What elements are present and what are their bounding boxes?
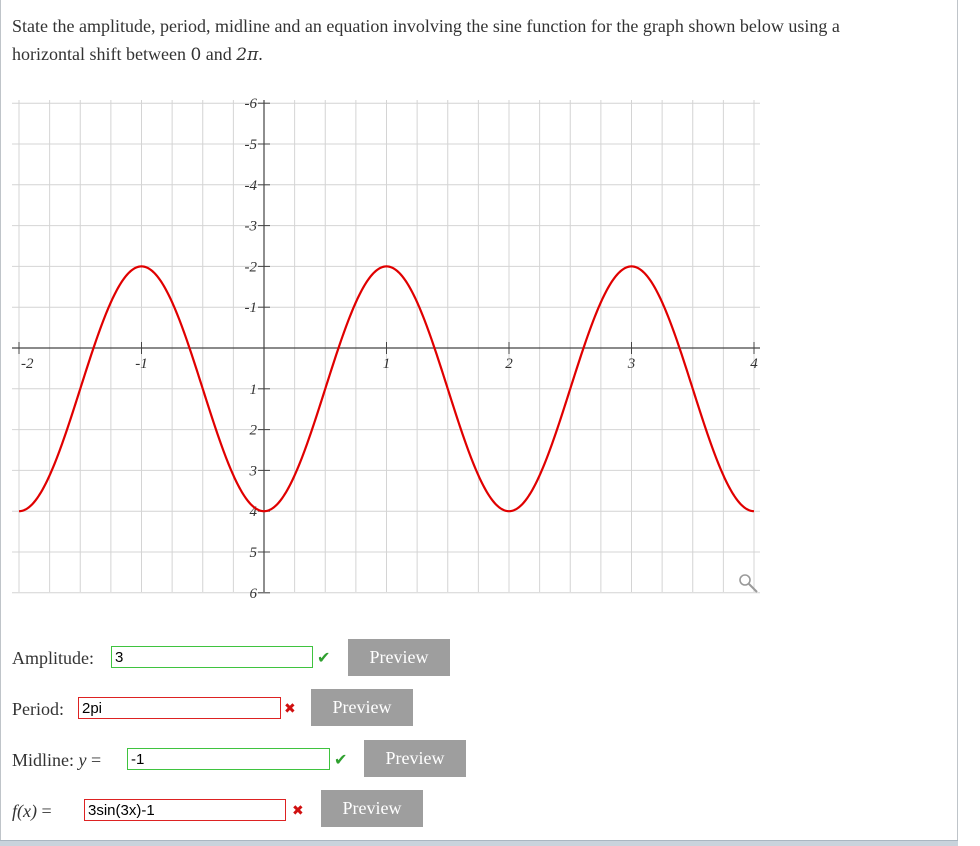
y-tick-label: 5: [250, 545, 258, 561]
period-input[interactable]: [78, 697, 281, 719]
question-line-2-prefix: horizontal shift between: [12, 44, 191, 64]
x-tick-label: 1: [383, 356, 391, 372]
check-icon: ✔: [334, 750, 348, 769]
y-tick-label: -5: [245, 137, 258, 153]
question-line-1: State the amplitude, period, midline and…: [12, 16, 840, 36]
equation-row: f(x) = ✖ Preview: [12, 790, 432, 827]
check-icon: ✔: [317, 648, 331, 667]
y-tick-label: -3: [245, 219, 258, 235]
y-tick-label: 1: [250, 382, 258, 398]
magnifier-lens: [739, 574, 751, 586]
math-zero: 0: [190, 45, 202, 65]
question-line-2: horizontal shift between 0 and 2π.: [12, 40, 942, 69]
x-tick-label: 3: [627, 356, 636, 372]
x-tick-label: 2: [505, 356, 513, 372]
period-label: Period:: [12, 699, 64, 719]
equation-preview-button[interactable]: Preview: [321, 790, 423, 827]
y-tick-label: 3: [249, 463, 258, 479]
y-tick-label: -4: [245, 178, 258, 194]
midline-label-eq: =: [91, 750, 102, 770]
question-line-2-end: .: [258, 44, 263, 64]
midline-preview-button[interactable]: Preview: [364, 740, 466, 777]
y-tick-label: -1: [245, 300, 258, 316]
y-tick-label: 6: [250, 586, 258, 602]
period-row: Period: ✖ Preview: [12, 689, 432, 726]
amplitude-row: Amplitude: ✔ Preview: [12, 639, 462, 676]
midline-input[interactable]: [127, 748, 330, 770]
y-tick-label: -6: [245, 96, 258, 112]
question-text: State the amplitude, period, midline and…: [12, 12, 942, 69]
period-preview-button[interactable]: Preview: [311, 689, 413, 726]
amplitude-input[interactable]: [111, 646, 313, 668]
x-tick-label: -2: [21, 356, 34, 372]
cross-icon: ✖: [292, 803, 304, 819]
amplitude-preview-button[interactable]: Preview: [348, 639, 450, 676]
amplitude-label: Amplitude:: [12, 648, 94, 668]
sine-graph[interactable]: -2 -1 1 2 3 4654321-1-2-3-4-5-6: [0, 92, 780, 604]
midline-label: Midline: y =: [12, 750, 101, 771]
y-tick-label: -2: [245, 259, 258, 275]
magnifier-handle: [748, 583, 758, 593]
x-tick-label: 4: [750, 356, 758, 372]
midline-row: Midline: y = ✔ Preview: [12, 740, 482, 777]
x-tick-label: -1: [135, 356, 148, 372]
equation-input[interactable]: [84, 799, 286, 821]
equation-label: f(x) =: [12, 801, 52, 822]
math-two-pi: 2π: [236, 45, 259, 65]
cross-icon: ✖: [284, 701, 296, 717]
question-line-2-and: and: [201, 44, 237, 64]
midline-label-text: Midline:: [12, 750, 74, 770]
equation-label-eq: =: [41, 801, 52, 821]
equation-label-fx: f(x): [12, 801, 37, 821]
bottom-strip: [0, 840, 958, 846]
midline-label-var: y: [78, 750, 87, 770]
y-tick-label: 2: [250, 423, 258, 439]
